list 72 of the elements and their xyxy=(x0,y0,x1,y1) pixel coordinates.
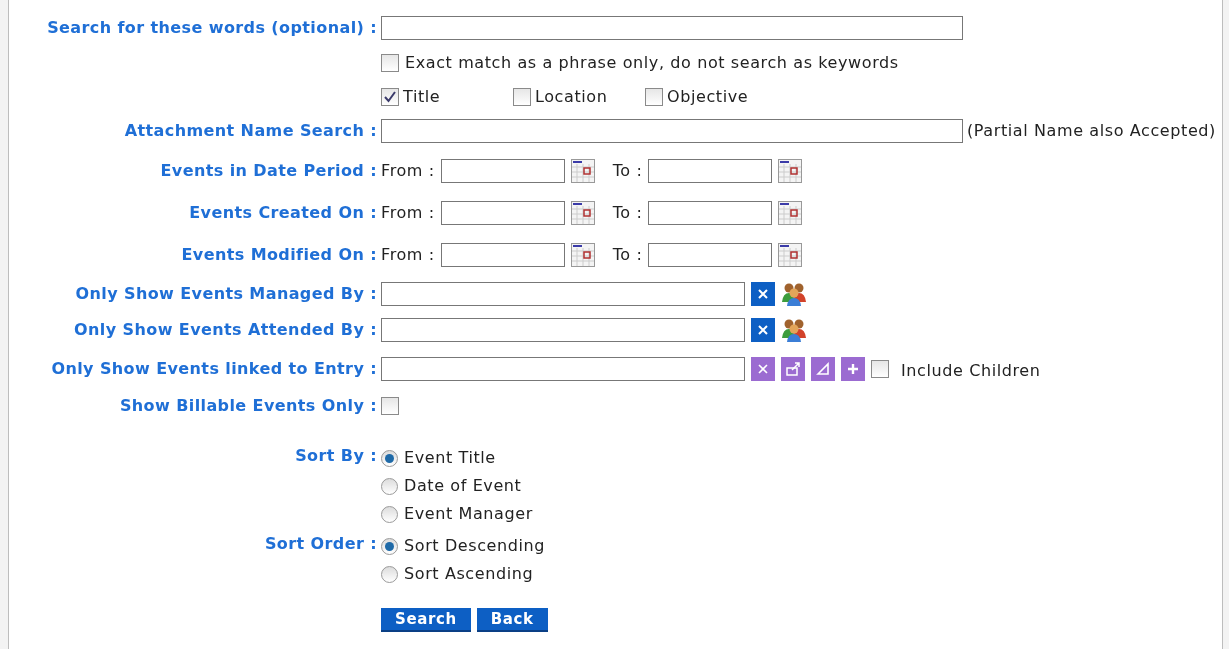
close-icon xyxy=(757,288,769,300)
checkbox-label: Title xyxy=(403,86,441,108)
field-label: Show Billable Events Only : xyxy=(119,395,377,417)
triangle-icon xyxy=(816,362,830,376)
hint-text: (Partial Name also Accepted) xyxy=(967,120,1216,142)
checkbox-label: Include Children xyxy=(901,360,1041,382)
radio-button[interactable] xyxy=(381,505,398,523)
radio-button[interactable] xyxy=(381,477,398,495)
clear-button[interactable] xyxy=(751,318,775,342)
checkbox[interactable] xyxy=(871,360,889,378)
checkbox-label: Objective xyxy=(667,86,749,108)
radio-label: Event Title xyxy=(404,447,496,469)
text-field[interactable] xyxy=(648,243,773,267)
radio-label: Event Manager xyxy=(404,503,533,525)
form-button[interactable]: Back xyxy=(476,608,548,632)
to-label: To : xyxy=(612,244,643,266)
checkbox[interactable] xyxy=(645,88,663,106)
calendar-icon[interactable] xyxy=(570,243,595,267)
field-label: Events Modified On : xyxy=(181,244,377,266)
to-label: To : xyxy=(612,160,643,182)
clear-button[interactable] xyxy=(751,357,775,381)
to-label: To : xyxy=(612,202,643,224)
radio-button[interactable] xyxy=(381,449,398,467)
field-label: Events Created On : xyxy=(189,202,377,224)
field-label: Only Show Events Attended By : xyxy=(74,319,377,341)
from-label: From : xyxy=(381,202,435,224)
radio-label: Date of Event xyxy=(404,475,522,497)
text-field[interactable] xyxy=(440,243,565,267)
radio-button[interactable] xyxy=(381,565,398,583)
triangle-button[interactable] xyxy=(811,357,835,381)
open-link-button[interactable] xyxy=(781,357,805,381)
radio-label: Sort Ascending xyxy=(404,563,534,585)
from-label: From : xyxy=(381,244,435,266)
calendar-icon[interactable] xyxy=(570,159,595,183)
text-field[interactable] xyxy=(440,201,565,225)
add-button[interactable] xyxy=(841,357,865,381)
external-link-icon xyxy=(785,361,801,377)
text-field[interactable] xyxy=(440,159,565,183)
people-icon[interactable] xyxy=(781,318,807,342)
form-button[interactable]: Search xyxy=(381,608,471,632)
field-label: Only Show Events Managed By : xyxy=(75,283,377,305)
checkbox-label: Exact match as a phrase only, do not search as keywords xyxy=(405,52,899,74)
checkbox[interactable] xyxy=(381,88,399,106)
checkbox[interactable] xyxy=(513,88,531,106)
checkbox[interactable] xyxy=(381,54,399,72)
people-icon[interactable] xyxy=(781,282,807,306)
plus-icon xyxy=(847,363,859,375)
field-label: Sort By : xyxy=(295,445,377,467)
field-label: Events in Date Period : xyxy=(160,160,377,182)
text-field[interactable] xyxy=(381,357,745,381)
field-label: Sort Order : xyxy=(264,533,377,555)
text-field[interactable] xyxy=(381,282,745,306)
close-icon xyxy=(757,324,769,336)
field-label: Only Show Events linked to Entry : xyxy=(51,358,377,380)
radio-label: Sort Descending xyxy=(404,535,546,557)
text-field[interactable] xyxy=(381,119,963,143)
checkbox-label: Location xyxy=(535,86,608,108)
radio-button[interactable] xyxy=(381,537,398,555)
checkbox[interactable] xyxy=(381,397,399,415)
text-field[interactable] xyxy=(381,318,745,342)
clear-button[interactable] xyxy=(751,282,775,306)
calendar-icon[interactable] xyxy=(570,201,595,225)
close-icon xyxy=(757,363,769,375)
from-label: From : xyxy=(381,160,435,182)
text-field[interactable] xyxy=(648,201,773,225)
text-field[interactable] xyxy=(648,159,773,183)
calendar-icon[interactable] xyxy=(778,159,803,183)
field-label: Search for these words (optional) : xyxy=(47,17,377,39)
field-label: Attachment Name Search : xyxy=(124,120,377,142)
text-field[interactable] xyxy=(381,16,963,40)
calendar-icon[interactable] xyxy=(778,243,803,267)
calendar-icon[interactable] xyxy=(778,201,803,225)
